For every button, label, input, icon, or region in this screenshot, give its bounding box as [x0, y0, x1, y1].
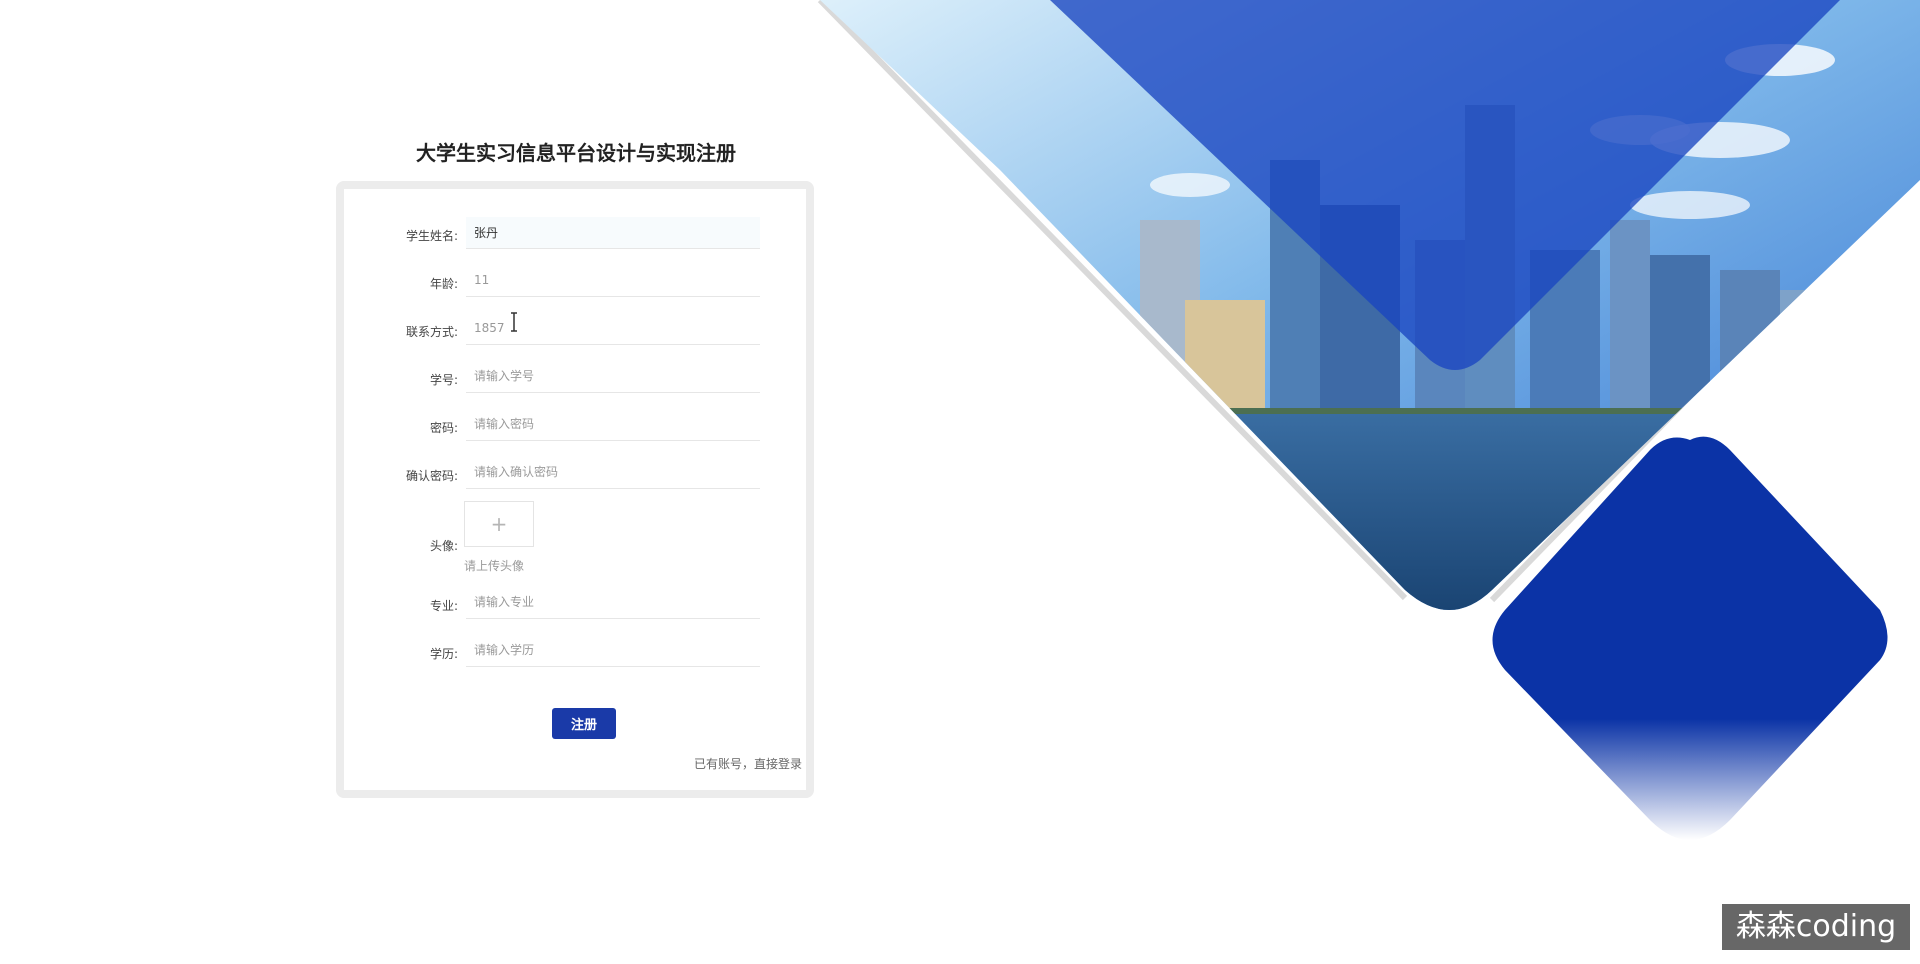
password-field-wrap: [466, 409, 760, 441]
form-row-student-name: 学生姓名:: [344, 217, 806, 251]
form-row-education: 学历:: [344, 635, 806, 669]
education-field-wrap: [466, 635, 760, 667]
text-cursor-icon: [511, 312, 517, 332]
confirm-password-field-wrap: [466, 457, 760, 489]
form-row-confirm-password: 确认密码:: [344, 457, 806, 491]
form-row-age: 年龄:: [344, 265, 806, 299]
watermark: 森森coding: [1722, 904, 1910, 950]
education-input[interactable]: [466, 635, 760, 665]
student-id-field-wrap: [466, 361, 760, 393]
form-row-major: 专业:: [344, 587, 806, 621]
avatar-label: 头像:: [429, 539, 458, 553]
student-id-label: 学号:: [429, 373, 458, 387]
avatar-upload-button[interactable]: +: [464, 501, 534, 547]
avatar-upload-hint: 请上传头像: [464, 559, 525, 573]
age-input[interactable]: [466, 265, 760, 295]
form-row-student-id: 学号:: [344, 361, 806, 395]
form-row-password: 密码:: [344, 409, 806, 443]
student-name-label: 学生姓名:: [405, 229, 458, 243]
major-field-wrap: [466, 587, 760, 619]
page-title: 大学生实习信息平台设计与实现注册: [416, 141, 736, 165]
form-row-contact: 联系方式:: [344, 313, 806, 347]
age-label: 年龄:: [429, 277, 458, 291]
confirm-password-label: 确认密码:: [405, 469, 458, 483]
confirm-password-input[interactable]: [466, 457, 760, 487]
major-label: 专业:: [429, 599, 458, 613]
register-form-card: 学生姓名: 年龄: 联系方式: 学号: 密码: 确认密码: 头像: [336, 181, 814, 798]
age-field-wrap: [466, 265, 760, 297]
password-label: 密码:: [429, 421, 458, 435]
student-id-input[interactable]: [466, 361, 760, 391]
login-link[interactable]: 已有账号，直接登录: [694, 755, 802, 772]
background-decoration: [817, 0, 1920, 840]
plus-icon: +: [490, 512, 508, 536]
register-button[interactable]: 注册: [552, 708, 616, 739]
student-name-field-wrap: [466, 217, 760, 249]
contact-label: 联系方式:: [405, 325, 458, 339]
form-row-avatar: 头像: + 请上传头像: [344, 501, 806, 575]
student-name-input[interactable]: [466, 217, 760, 247]
major-input[interactable]: [466, 587, 760, 617]
password-input[interactable]: [466, 409, 760, 439]
education-label: 学历:: [429, 647, 458, 661]
